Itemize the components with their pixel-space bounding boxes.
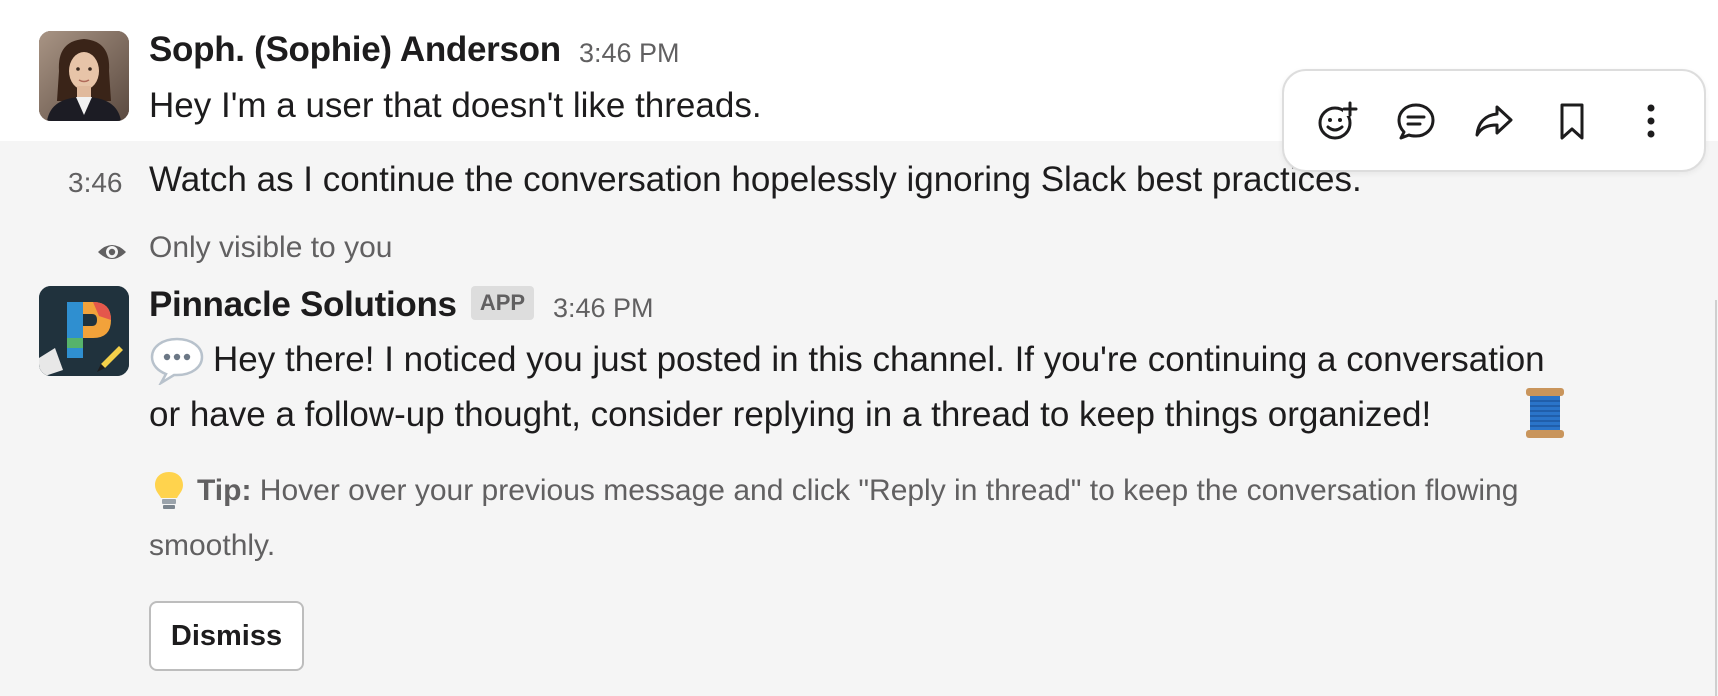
tip-text: Hover over your previous message and cli…: [259, 474, 1519, 507]
avatar-pinnacle-solutions[interactable]: [39, 286, 129, 376]
message-text: Hey I'm a user that doesn't like threads…: [149, 86, 762, 125]
reply-in-thread-icon: [1397, 103, 1435, 139]
app-sender-name[interactable]: Pinnacle Solutions: [149, 285, 457, 325]
add-reaction-button[interactable]: [1307, 91, 1367, 151]
more-actions-button[interactable]: [1621, 91, 1681, 151]
save-bookmark-icon: [1560, 103, 1584, 139]
save-for-later-button[interactable]: [1542, 91, 1602, 151]
more-actions-icon: [1647, 104, 1655, 137]
message-text: Watch as I continue the conversation hop…: [149, 160, 1362, 199]
app-message-text-line1: Hey there! I noticed you just posted in …: [213, 340, 1545, 379]
slack-message-pane: Soph. (Sophie) Anderson 3:46 PM Hey I'm …: [0, 0, 1718, 696]
speech-bubble-icon: [150, 337, 204, 385]
visibility-note: Only visible to you: [149, 231, 393, 264]
message-timestamp[interactable]: 3:46 PM: [579, 38, 680, 69]
dismiss-button[interactable]: Dismiss: [149, 601, 304, 671]
tip-text-line1: Tip: Hover over your previous message an…: [197, 474, 1518, 508]
message-timestamp[interactable]: 3:46 PM: [553, 293, 654, 324]
share-icon: [1475, 105, 1513, 136]
sender-name[interactable]: Soph. (Sophie) Anderson: [149, 30, 561, 70]
tip-text-line2: smoothly.: [149, 529, 276, 562]
app-message-text-line2: or have a follow-up thought, consider re…: [149, 395, 1432, 434]
share-message-button[interactable]: [1464, 91, 1524, 151]
message-actions-toolbar: [1282, 69, 1706, 172]
spool-of-thread-icon: [1526, 388, 1564, 438]
avatar-sophie[interactable]: [39, 31, 129, 121]
reply-in-thread-button[interactable]: [1386, 91, 1446, 151]
message-timestamp-short[interactable]: 3:46: [68, 167, 123, 199]
scrollbar-edge[interactable]: [1715, 300, 1717, 696]
eye-icon: [98, 245, 126, 259]
tip-label: Tip:: [197, 474, 252, 507]
light-bulb-icon: [155, 472, 183, 509]
app-badge: APP: [471, 286, 534, 320]
add-reaction-icon: [1318, 101, 1358, 139]
